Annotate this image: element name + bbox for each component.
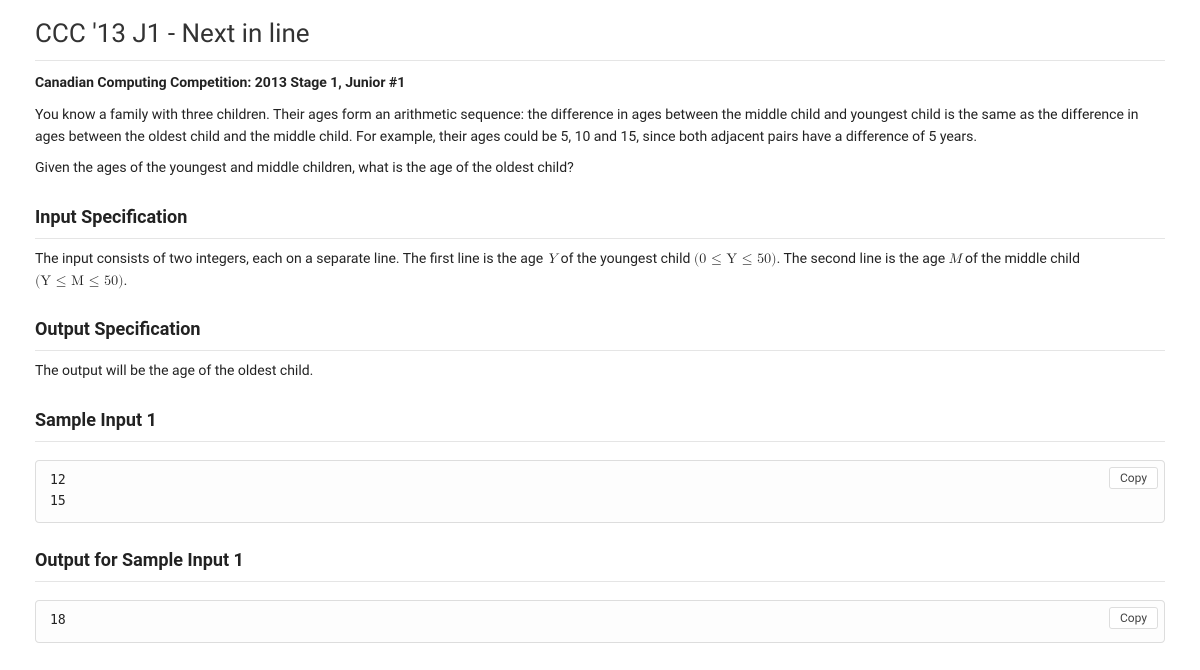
competition-subtitle: Canadian Computing Competition: 2013 Sta… bbox=[35, 73, 1165, 95]
problem-paragraph-1: You know a family with three children. T… bbox=[35, 105, 1165, 148]
variable-M: M bbox=[949, 252, 962, 266]
sample-input-1-box: Copy 12 15 bbox=[35, 460, 1165, 524]
output-spec-heading: Output Specification bbox=[35, 316, 1165, 351]
problem-paragraph-2: Given the ages of the youngest and middl… bbox=[35, 158, 1165, 180]
copy-button[interactable]: Copy bbox=[1109, 607, 1158, 629]
input-spec-post: . bbox=[124, 273, 128, 289]
range-M: (Y ≤ M ≤ 50) bbox=[35, 274, 124, 288]
page-title: CCC '13 J1 - Next in line bbox=[35, 14, 1165, 61]
sample-input-1-heading: Sample Input 1 bbox=[35, 407, 1165, 442]
sample-output-1-heading: Output for Sample Input 1 bbox=[35, 547, 1165, 582]
input-spec-pre: The input consists of two integers, each… bbox=[35, 251, 547, 267]
input-spec-mid1: of the youngest child bbox=[557, 251, 694, 267]
input-spec-mid3: of the middle child bbox=[961, 251, 1080, 267]
copy-button[interactable]: Copy bbox=[1109, 467, 1158, 489]
input-spec-heading: Input Specification bbox=[35, 204, 1165, 239]
input-spec-mid2: . The second line is the age bbox=[777, 251, 949, 267]
output-spec-text: The output will be the age of the oldest… bbox=[35, 361, 1165, 383]
sample-output-1-code: 18 bbox=[50, 611, 1150, 632]
range-Y: (0 ≤ Y ≤ 50) bbox=[694, 252, 777, 266]
sample-input-1-code: 12 15 bbox=[50, 471, 1150, 513]
sample-output-1-box: Copy 18 bbox=[35, 600, 1165, 643]
input-spec-text: The input consists of two integers, each… bbox=[35, 249, 1165, 292]
variable-Y: Y bbox=[547, 252, 558, 266]
